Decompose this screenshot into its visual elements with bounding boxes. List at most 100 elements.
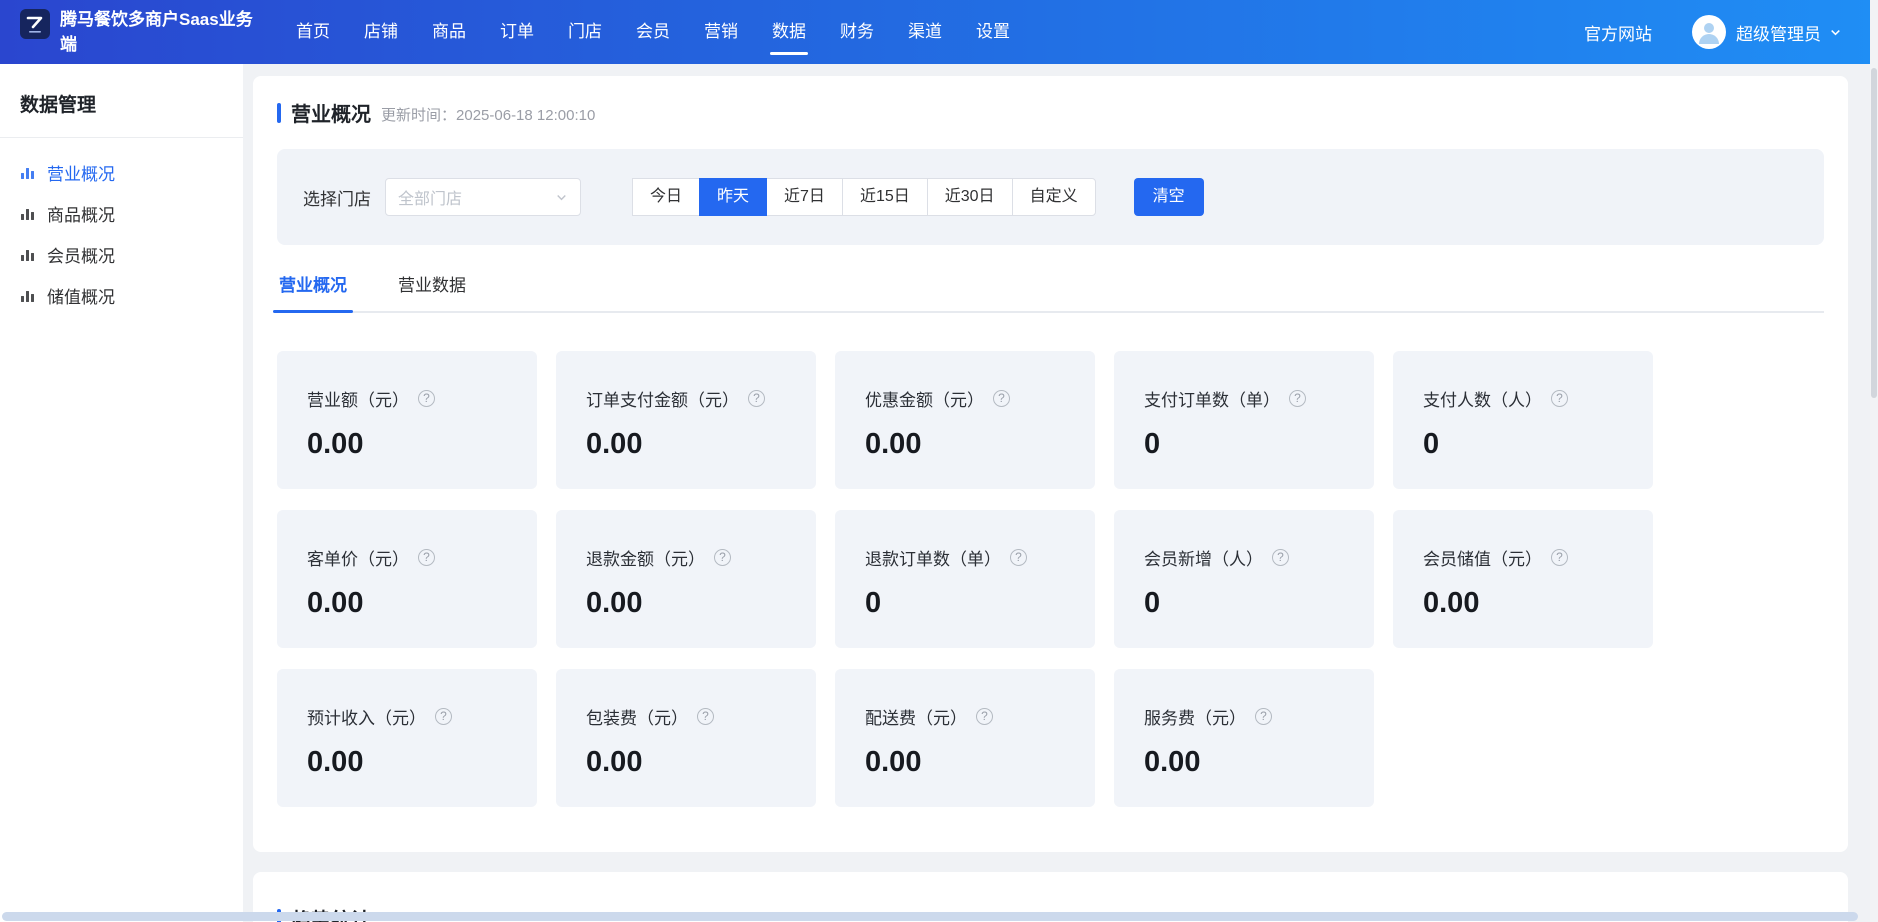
stat-card: 优惠金额（元） ? 0.00 xyxy=(835,351,1095,489)
sidebar-item-label: 营业概况 xyxy=(47,160,115,185)
nav-item[interactable]: 设置 xyxy=(974,0,1012,64)
stat-label: 服务费（元） xyxy=(1144,704,1246,729)
nav-item[interactable]: 店铺 xyxy=(362,0,400,64)
stat-value: 0 xyxy=(1423,428,1639,461)
stat-card: 预计收入（元） ? 0.00 xyxy=(277,669,537,807)
stat-card: 支付人数（人） ? 0 xyxy=(1393,351,1653,489)
help-icon[interactable]: ? xyxy=(1551,549,1568,566)
stat-card: 配送费（元） ? 0.00 xyxy=(835,669,1095,807)
nav-item[interactable]: 门店 xyxy=(566,0,604,64)
help-icon[interactable]: ? xyxy=(1272,549,1289,566)
nav-item[interactable]: 订单 xyxy=(498,0,536,64)
stat-label: 预计收入（元） xyxy=(307,704,426,729)
stat-value: 0.00 xyxy=(865,428,1081,461)
date-range-group: 今日 昨天 近7日 近15日 近30日 自定义 xyxy=(633,178,1096,216)
sidebar-item-label: 商品概况 xyxy=(47,201,115,226)
stat-label: 退款金额（元） xyxy=(586,545,705,570)
stat-label-row: 支付订单数（单） ? xyxy=(1144,386,1360,411)
nav-item[interactable]: 会员 xyxy=(634,0,672,64)
help-icon[interactable]: ? xyxy=(418,549,435,566)
stat-value: 0 xyxy=(1144,587,1360,620)
stat-label: 支付人数（人） xyxy=(1423,386,1542,411)
nav-item[interactable]: 渠道 xyxy=(906,0,944,64)
stat-label-row: 退款订单数（单） ? xyxy=(865,545,1081,570)
official-site-link[interactable]: 官方网站 xyxy=(1584,20,1652,45)
stat-label: 订单支付金额（元） xyxy=(586,386,739,411)
help-icon[interactable]: ? xyxy=(1255,708,1272,725)
date-range-button[interactable]: 近7日 xyxy=(766,178,843,216)
brand-name: 腾马餐饮多商户Saas业务端 xyxy=(60,7,256,58)
stat-value: 0 xyxy=(1144,428,1360,461)
date-range-button[interactable]: 自定义 xyxy=(1012,178,1096,216)
tab[interactable]: 营业概况 xyxy=(277,271,349,311)
help-icon[interactable]: ? xyxy=(1010,549,1027,566)
help-icon[interactable]: ? xyxy=(435,708,452,725)
chevron-down-icon xyxy=(555,191,568,204)
stat-label-row: 优惠金额（元） ? xyxy=(865,386,1081,411)
bar-chart-icon xyxy=(20,288,36,304)
page-title: 营业概况 xyxy=(291,98,371,127)
stat-label-row: 营业额（元） ? xyxy=(307,386,523,411)
help-icon[interactable]: ? xyxy=(976,708,993,725)
stat-label: 退款订单数（单） xyxy=(865,545,1001,570)
stat-label: 优惠金额（元） xyxy=(865,386,984,411)
user-menu[interactable]: 超级管理员 xyxy=(1692,15,1842,49)
nav-item[interactable]: 营销 xyxy=(702,0,740,64)
date-range-button[interactable]: 昨天 xyxy=(699,178,767,216)
stat-label-row: 服务费（元） ? xyxy=(1144,704,1360,729)
nav-item[interactable]: 商品 xyxy=(430,0,468,64)
stat-card: 包装费（元） ? 0.00 xyxy=(556,669,816,807)
stat-value: 0.00 xyxy=(586,746,802,779)
stat-label: 配送费（元） xyxy=(865,704,967,729)
stat-card: 退款订单数（单） ? 0 xyxy=(835,510,1095,648)
help-icon[interactable]: ? xyxy=(418,390,435,407)
horizontal-scrollbar[interactable] xyxy=(0,911,1878,922)
help-icon[interactable]: ? xyxy=(748,390,765,407)
top-navbar: 腾马餐饮多商户Saas业务端 首页 店铺 商品 订单 门店 会员 营销 数据 财… xyxy=(0,0,1878,64)
nav-item[interactable]: 首页 xyxy=(294,0,332,64)
vertical-scrollbar[interactable] xyxy=(1870,0,1878,922)
date-range-button[interactable]: 近30日 xyxy=(927,178,1013,216)
stat-label: 会员新增（人） xyxy=(1144,545,1263,570)
vertical-scrollbar-thumb[interactable] xyxy=(1871,68,1877,398)
user-name: 超级管理员 xyxy=(1736,20,1821,45)
stat-card: 会员储值（元） ? 0.00 xyxy=(1393,510,1653,648)
stat-value: 0.00 xyxy=(307,428,523,461)
stat-label-row: 订单支付金额（元） ? xyxy=(586,386,802,411)
title-accent-bar xyxy=(277,103,281,123)
clear-button[interactable]: 清空 xyxy=(1134,178,1204,216)
date-range-button[interactable]: 今日 xyxy=(632,178,700,216)
stat-card: 营业额（元） ? 0.00 xyxy=(277,351,537,489)
sidebar-item[interactable]: 营业概况 xyxy=(0,152,243,193)
stat-value: 0.00 xyxy=(307,587,523,620)
avatar xyxy=(1692,15,1726,49)
stat-label-row: 包装费（元） ? xyxy=(586,704,802,729)
tab[interactable]: 营业数据 xyxy=(396,271,468,311)
nav-item[interactable]: 数据 xyxy=(770,0,808,64)
filter-bar: 选择门店 全部门店 今日 昨天 近7日 xyxy=(277,149,1824,245)
sidebar-item-label: 储值概况 xyxy=(47,283,115,308)
help-icon[interactable]: ? xyxy=(1289,390,1306,407)
stat-label: 支付订单数（单） xyxy=(1144,386,1280,411)
stat-label-row: 配送费（元） ? xyxy=(865,704,1081,729)
sidebar-item[interactable]: 会员概况 xyxy=(0,234,243,275)
store-select[interactable]: 全部门店 xyxy=(385,178,581,216)
help-icon[interactable]: ? xyxy=(697,708,714,725)
brand: 腾马餐饮多商户Saas业务端 xyxy=(20,7,272,58)
main-nav: 首页 店铺 商品 订单 门店 会员 营销 数据 财务 渠道 设置 xyxy=(294,0,1012,64)
sidebar-title: 数据管理 xyxy=(0,82,243,137)
updated-time: 更新时间：2025-06-18 12:00:10 xyxy=(381,101,595,125)
help-icon[interactable]: ? xyxy=(993,390,1010,407)
bar-chart-icon xyxy=(20,247,36,263)
sidebar-item[interactable]: 商品概况 xyxy=(0,193,243,234)
horizontal-scrollbar-thumb[interactable] xyxy=(2,912,1858,921)
navbar-right: 官方网站 超级管理员 xyxy=(1584,15,1842,49)
stat-card: 支付订单数（单） ? 0 xyxy=(1114,351,1374,489)
sidebar-item[interactable]: 储值概况 xyxy=(0,275,243,316)
date-range-button[interactable]: 近15日 xyxy=(842,178,928,216)
help-icon[interactable]: ? xyxy=(714,549,731,566)
stat-value: 0.00 xyxy=(1423,587,1639,620)
help-icon[interactable]: ? xyxy=(1551,390,1568,407)
stat-label-row: 客单价（元） ? xyxy=(307,545,523,570)
nav-item[interactable]: 财务 xyxy=(838,0,876,64)
